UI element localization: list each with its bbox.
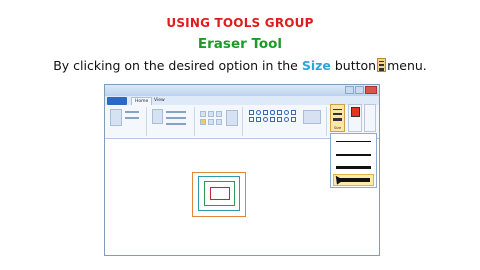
shape-arrow-icon[interactable]	[270, 117, 275, 122]
shape-polygon-icon[interactable]	[277, 110, 282, 115]
shape-diamond-icon[interactable]	[249, 117, 254, 122]
maximize-button[interactable]	[355, 86, 364, 94]
shape-pentagon-icon[interactable]	[256, 117, 261, 122]
copy-option[interactable]	[125, 117, 139, 119]
shape-callout-icon[interactable]	[277, 117, 282, 122]
shapes-group	[245, 107, 327, 136]
paint-menu-button[interactable]	[107, 97, 127, 105]
size-label: Size	[333, 126, 342, 130]
paste-icon[interactable]	[110, 109, 122, 126]
shape-line-icon[interactable]	[249, 110, 254, 115]
heading: USING TOOLS GROUP	[166, 16, 314, 30]
brushes-icon[interactable]	[226, 110, 238, 126]
shape-heart-icon[interactable]	[284, 117, 289, 122]
instruction-part: button	[330, 58, 377, 73]
minimize-button[interactable]	[345, 86, 354, 94]
size-option-2[interactable]	[333, 149, 374, 161]
title-bar	[105, 85, 379, 96]
rotate-option[interactable]	[166, 123, 186, 125]
shape-roundrect-icon[interactable]	[270, 110, 275, 115]
magnifier-icon[interactable]	[216, 119, 222, 125]
subheading: Eraser Tool	[197, 36, 283, 52]
pencil-icon[interactable]	[200, 111, 206, 117]
red-rectangle	[210, 187, 230, 200]
eraser-icon[interactable]	[200, 119, 206, 125]
window-controls	[345, 86, 377, 94]
shape-triangle-icon[interactable]	[291, 110, 296, 115]
color1-button[interactable]	[348, 104, 362, 132]
tools-group	[197, 107, 243, 136]
shape-circle-icon[interactable]	[284, 110, 289, 115]
shape-rect-icon[interactable]	[263, 110, 268, 115]
size-option-3[interactable]	[333, 162, 374, 174]
size-button-icon	[377, 58, 387, 72]
instruction-part: By clicking on the desired option in the	[53, 58, 302, 73]
instruction-text: By clicking on the desired option in the…	[0, 58, 480, 73]
select-icon[interactable]	[152, 109, 163, 124]
clipboard-group	[107, 107, 147, 136]
instruction-part: menu.	[387, 58, 427, 73]
color2-button[interactable]	[364, 104, 376, 132]
size-keyword: Size	[301, 58, 331, 73]
close-button[interactable]	[365, 86, 377, 94]
cut-option[interactable]	[125, 111, 139, 113]
image-group	[149, 107, 195, 136]
outline-fill-options[interactable]	[303, 110, 321, 124]
tab-view[interactable]: View	[151, 97, 168, 105]
shape-oval-icon[interactable]	[256, 110, 261, 115]
shape-star-icon[interactable]	[263, 117, 268, 122]
text-icon[interactable]	[216, 111, 222, 117]
color1-swatch	[351, 107, 360, 117]
size-option-1[interactable]	[333, 136, 374, 148]
picker-icon[interactable]	[208, 119, 214, 125]
resize-option[interactable]	[166, 117, 186, 119]
shape-lightning-icon[interactable]	[291, 117, 296, 122]
crop-option[interactable]	[166, 111, 186, 113]
fill-icon[interactable]	[208, 111, 214, 117]
